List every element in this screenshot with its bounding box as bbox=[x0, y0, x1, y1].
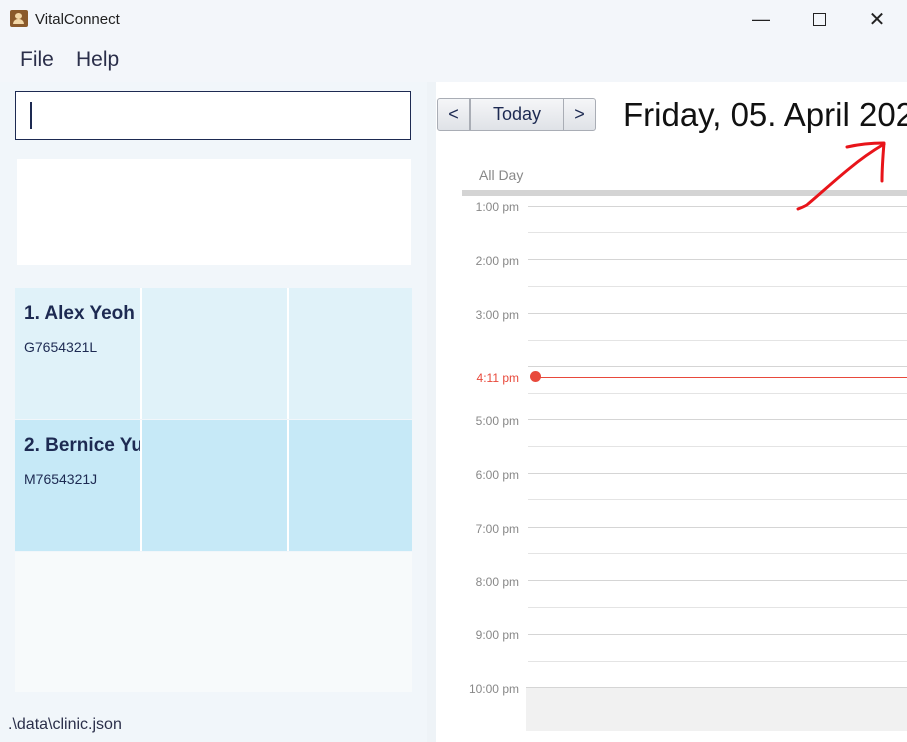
annotation-arrow-icon bbox=[796, 141, 886, 211]
